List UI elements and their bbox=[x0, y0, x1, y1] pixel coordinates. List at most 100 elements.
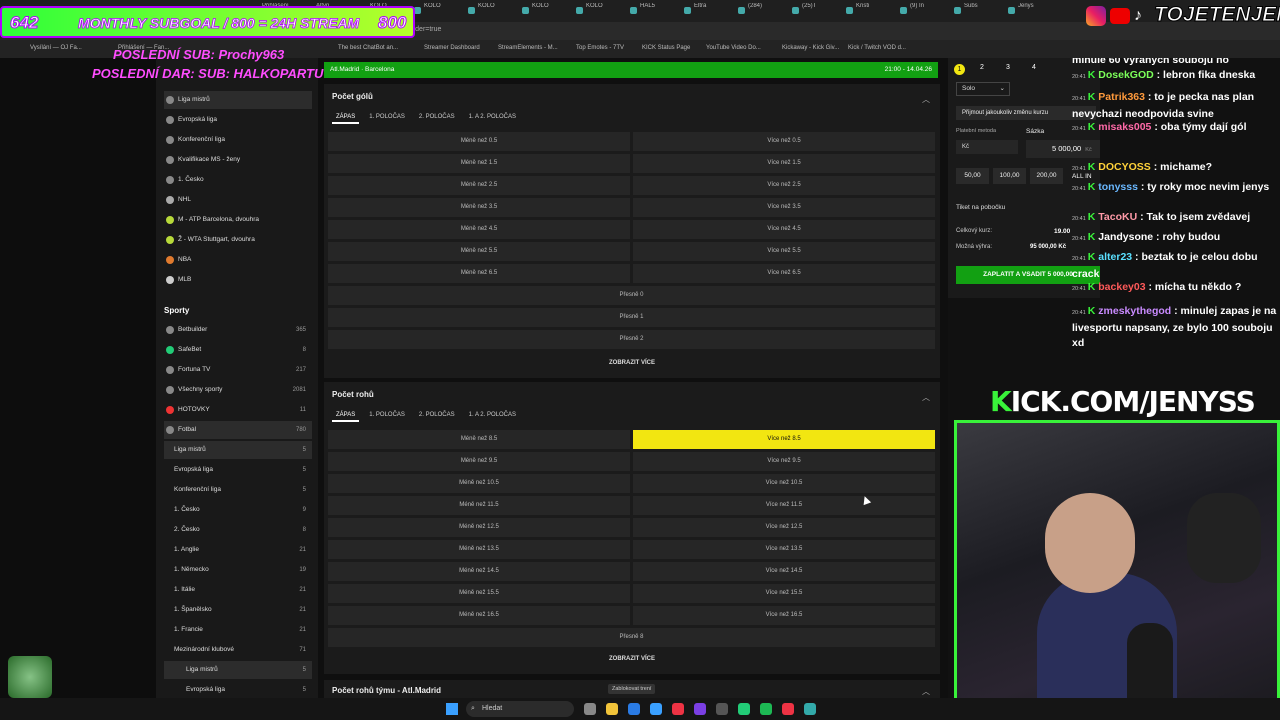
taskbar-app-icon[interactable] bbox=[650, 703, 662, 715]
odds-button[interactable]: Více než 1.5 bbox=[633, 154, 935, 173]
betslip-tab[interactable]: 1 bbox=[954, 64, 965, 75]
league-item[interactable]: Konferenční liga 5 bbox=[164, 481, 312, 499]
league-item[interactable]: 1. Anglie 21 bbox=[164, 541, 312, 559]
browser-tab[interactable]: Jenys bbox=[1006, 3, 1056, 19]
browser-tab[interactable]: Eltra bbox=[682, 3, 732, 19]
browser-tab[interactable]: KOLO bbox=[412, 3, 462, 19]
sport-item[interactable]: Všechny sporty 2081 bbox=[164, 381, 312, 399]
taskbar-app-icon[interactable] bbox=[738, 703, 750, 715]
ticket-branch-toggle[interactable]: Tiket na pobočku bbox=[956, 204, 1005, 211]
team-corners-panel[interactable]: Počet rohů týmu - Atl.Madrid Zablokovat … bbox=[324, 680, 940, 698]
odds-button[interactable]: Více než 11.5 bbox=[633, 496, 935, 515]
odds-button[interactable]: Více než 9.5 bbox=[633, 452, 935, 471]
market-subtab[interactable]: 2. POLOČAS bbox=[415, 410, 459, 420]
league-item[interactable]: 1. Německo 19 bbox=[164, 561, 312, 579]
browser-tab[interactable]: (25)T bbox=[790, 3, 840, 19]
taskbar-app-icon[interactable] bbox=[804, 703, 816, 715]
market-subtab[interactable]: 2. POLOČAS bbox=[415, 112, 459, 122]
odds-button[interactable]: Více než 8.5 bbox=[633, 430, 935, 449]
quick-stake-button[interactable]: 50,00 bbox=[956, 168, 989, 184]
league-item[interactable]: 1. Itálie 21 bbox=[164, 581, 312, 599]
odds-button[interactable]: Méně než 5.5 bbox=[328, 242, 630, 261]
league-item[interactable]: Evropská liga 5 bbox=[164, 681, 312, 698]
browser-tab[interactable]: (284) bbox=[736, 3, 786, 19]
taskbar-app-icon[interactable] bbox=[628, 703, 640, 715]
market-subtab[interactable]: 1. A 2. POLOČAS bbox=[465, 112, 520, 122]
taskbar-app-icon[interactable] bbox=[606, 703, 618, 715]
bookmark-link[interactable]: YouTube Video Do... bbox=[706, 45, 761, 51]
odds-button[interactable]: Více než 2.5 bbox=[633, 176, 935, 195]
taskbar-app-icon[interactable] bbox=[694, 703, 706, 715]
odds-button[interactable]: Méně než 3.5 bbox=[328, 198, 630, 217]
browser-tab[interactable]: KOLO bbox=[574, 3, 624, 19]
odds-button[interactable]: Více než 14.5 bbox=[633, 562, 935, 581]
sidebar-item[interactable]: Konferenční liga bbox=[164, 131, 312, 149]
payment-method-select[interactable]: Kč bbox=[956, 140, 1018, 154]
bookmark-link[interactable]: Top Emotes - 7TV bbox=[576, 45, 624, 51]
pin-button[interactable]: Zablokovat trení bbox=[608, 684, 656, 694]
browser-tab[interactable]: KOLO bbox=[466, 3, 516, 19]
bookmark-link[interactable]: Kick / Twitch VOD d... bbox=[848, 45, 906, 51]
browser-tab[interactable]: Kristi bbox=[844, 3, 894, 19]
sidebar-item[interactable]: NHL bbox=[164, 191, 312, 209]
odds-button[interactable]: Méně než 12.5 bbox=[328, 518, 630, 537]
browser-tab[interactable]: Subs bbox=[952, 3, 1002, 19]
odds-button[interactable]: Více než 0.5 bbox=[633, 132, 935, 151]
sport-item[interactable]: HOTOVKY 11 bbox=[164, 401, 312, 419]
market-subtab[interactable]: ZÁPAS bbox=[332, 410, 360, 422]
market-subtab[interactable]: 1. A 2. POLOČAS bbox=[465, 410, 520, 420]
market-subtab[interactable]: 1. POLOČAS bbox=[365, 112, 409, 122]
show-more-button[interactable]: ZOBRAZIT VÍCE bbox=[324, 360, 940, 366]
chevron-up-icon[interactable]: ︿ bbox=[922, 94, 930, 105]
league-item[interactable]: 1. Francie 21 bbox=[164, 621, 312, 639]
quick-stake-button[interactable]: 100,00 bbox=[993, 168, 1026, 184]
betslip-tab[interactable]: 2 bbox=[980, 64, 984, 71]
market-subtab[interactable]: 1. POLOČAS bbox=[365, 410, 409, 420]
taskbar-app-icon[interactable] bbox=[716, 703, 728, 715]
odds-button[interactable]: Více než 3.5 bbox=[633, 198, 935, 217]
bookmark-link[interactable]: StreamElements - M... bbox=[498, 45, 558, 51]
odds-button[interactable]: Méně než 4.5 bbox=[328, 220, 630, 239]
market-subtab[interactable]: ZÁPAS bbox=[332, 112, 360, 124]
league-item[interactable]: 2. Česko 8 bbox=[164, 521, 312, 539]
odds-button[interactable]: Méně než 15.5 bbox=[328, 584, 630, 603]
quick-stake-button[interactable]: 200,00 bbox=[1030, 168, 1063, 184]
league-item[interactable]: Liga mistrů 5 bbox=[164, 661, 312, 679]
browser-tab[interactable]: HAL5 bbox=[628, 3, 678, 19]
odds-button[interactable]: Méně než 6.5 bbox=[328, 264, 630, 283]
bookmark-link[interactable]: The best ChatBot an... bbox=[338, 45, 398, 51]
odds-button[interactable]: Méně než 8.5 bbox=[328, 430, 630, 449]
odds-button[interactable]: Přesně 2 bbox=[328, 330, 935, 349]
league-item[interactable]: Liga mistrů 5 bbox=[164, 441, 312, 459]
sidebar-item[interactable]: NBA bbox=[164, 251, 312, 269]
chevron-up-icon[interactable]: ︿ bbox=[922, 686, 930, 697]
odds-button[interactable]: Přesně 0 bbox=[328, 286, 935, 305]
betslip-tab[interactable]: 3 bbox=[1006, 64, 1010, 71]
sidebar-item[interactable]: 1. Česko bbox=[164, 171, 312, 189]
bookmark-link[interactable]: Vysílání — OJ Fa... bbox=[30, 45, 82, 51]
odds-button[interactable]: Méně než 14.5 bbox=[328, 562, 630, 581]
odds-button[interactable]: Více než 15.5 bbox=[633, 584, 935, 603]
windows-start-icon[interactable] bbox=[446, 703, 458, 715]
odds-button[interactable]: Přesně 1 bbox=[328, 308, 935, 327]
browser-tab[interactable]: KOLO bbox=[520, 3, 570, 19]
browser-tab[interactable]: (9) In bbox=[898, 3, 948, 19]
betslip-tab[interactable]: 4 bbox=[1032, 64, 1036, 71]
sport-item[interactable]: SafeBet 8 bbox=[164, 341, 312, 359]
odds-button[interactable]: Více než 5.5 bbox=[633, 242, 935, 261]
odds-button[interactable]: Více než 6.5 bbox=[633, 264, 935, 283]
chevron-up-icon[interactable]: ︿ bbox=[922, 392, 930, 403]
league-item[interactable]: 1. Španělsko 21 bbox=[164, 601, 312, 619]
bet-mode-select[interactable]: Solo ⌄ bbox=[956, 82, 1010, 96]
odds-button[interactable]: Více než 12.5 bbox=[633, 518, 935, 537]
bookmark-link[interactable]: Kickaway - Kick Giv... bbox=[782, 45, 839, 51]
odds-button[interactable]: Více než 4.5 bbox=[633, 220, 935, 239]
odds-button[interactable]: Méně než 0.5 bbox=[328, 132, 630, 151]
sidebar-item[interactable]: Liga mistrů bbox=[164, 91, 312, 109]
odds-button[interactable]: Méně než 16.5 bbox=[328, 606, 630, 625]
taskbar-search[interactable]: ⌕ Hledat bbox=[466, 701, 574, 717]
taskbar-app-icon[interactable] bbox=[760, 703, 772, 715]
taskbar-app-icon[interactable] bbox=[672, 703, 684, 715]
sidebar-item[interactable]: Kvalifikace MS - ženy bbox=[164, 151, 312, 169]
odds-button[interactable]: Více než 10.5 bbox=[633, 474, 935, 493]
